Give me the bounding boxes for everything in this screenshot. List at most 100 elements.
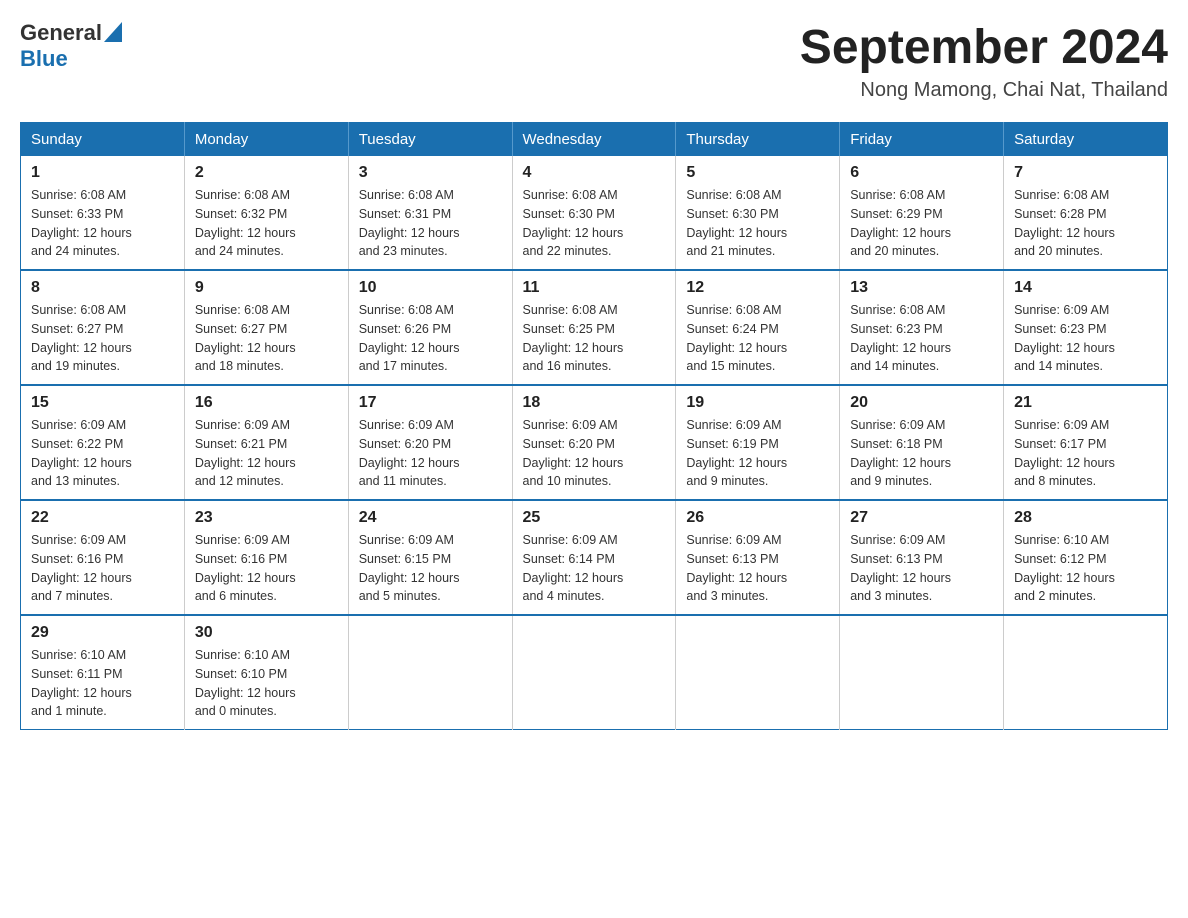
calendar-cell: 9 Sunrise: 6:08 AMSunset: 6:27 PMDayligh… bbox=[184, 270, 348, 385]
calendar-cell bbox=[676, 615, 840, 730]
calendar-week-row: 15 Sunrise: 6:09 AMSunset: 6:22 PMDaylig… bbox=[21, 385, 1168, 500]
day-info: Sunrise: 6:09 AMSunset: 6:21 PMDaylight:… bbox=[195, 418, 296, 488]
header-wednesday: Wednesday bbox=[512, 123, 676, 157]
day-info: Sunrise: 6:08 AMSunset: 6:29 PMDaylight:… bbox=[850, 188, 951, 258]
calendar-week-row: 1 Sunrise: 6:08 AMSunset: 6:33 PMDayligh… bbox=[21, 156, 1168, 270]
day-info: Sunrise: 6:08 AMSunset: 6:27 PMDaylight:… bbox=[195, 303, 296, 373]
calendar-week-row: 22 Sunrise: 6:09 AMSunset: 6:16 PMDaylig… bbox=[21, 500, 1168, 615]
day-number: 2 bbox=[195, 164, 338, 182]
day-info: Sunrise: 6:08 AMSunset: 6:23 PMDaylight:… bbox=[850, 303, 951, 373]
day-info: Sunrise: 6:09 AMSunset: 6:16 PMDaylight:… bbox=[195, 533, 296, 603]
calendar-week-row: 8 Sunrise: 6:08 AMSunset: 6:27 PMDayligh… bbox=[21, 270, 1168, 385]
day-info: Sunrise: 6:08 AMSunset: 6:27 PMDaylight:… bbox=[31, 303, 132, 373]
calendar-cell: 22 Sunrise: 6:09 AMSunset: 6:16 PMDaylig… bbox=[21, 500, 185, 615]
day-info: Sunrise: 6:08 AMSunset: 6:33 PMDaylight:… bbox=[31, 188, 132, 258]
day-info: Sunrise: 6:08 AMSunset: 6:30 PMDaylight:… bbox=[686, 188, 787, 258]
calendar-cell: 7 Sunrise: 6:08 AMSunset: 6:28 PMDayligh… bbox=[1004, 156, 1168, 270]
day-number: 20 bbox=[850, 394, 993, 412]
day-info: Sunrise: 6:09 AMSunset: 6:13 PMDaylight:… bbox=[686, 533, 787, 603]
calendar-cell: 29 Sunrise: 6:10 AMSunset: 6:11 PMDaylig… bbox=[21, 615, 185, 730]
day-number: 30 bbox=[195, 624, 338, 642]
day-number: 14 bbox=[1014, 279, 1157, 297]
day-number: 12 bbox=[686, 279, 829, 297]
day-info: Sunrise: 6:09 AMSunset: 6:16 PMDaylight:… bbox=[31, 533, 132, 603]
day-info: Sunrise: 6:09 AMSunset: 6:18 PMDaylight:… bbox=[850, 418, 951, 488]
day-number: 19 bbox=[686, 394, 829, 412]
calendar-subtitle: Nong Mamong, Chai Nat, Thailand bbox=[800, 79, 1168, 102]
day-number: 16 bbox=[195, 394, 338, 412]
day-number: 3 bbox=[359, 164, 502, 182]
calendar-cell: 14 Sunrise: 6:09 AMSunset: 6:23 PMDaylig… bbox=[1004, 270, 1168, 385]
calendar-cell: 26 Sunrise: 6:09 AMSunset: 6:13 PMDaylig… bbox=[676, 500, 840, 615]
day-number: 29 bbox=[31, 624, 174, 642]
day-number: 11 bbox=[523, 279, 666, 297]
day-info: Sunrise: 6:08 AMSunset: 6:30 PMDaylight:… bbox=[523, 188, 624, 258]
calendar-cell: 15 Sunrise: 6:09 AMSunset: 6:22 PMDaylig… bbox=[21, 385, 185, 500]
calendar-cell: 8 Sunrise: 6:08 AMSunset: 6:27 PMDayligh… bbox=[21, 270, 185, 385]
day-number: 27 bbox=[850, 509, 993, 527]
day-number: 18 bbox=[523, 394, 666, 412]
header-tuesday: Tuesday bbox=[348, 123, 512, 157]
calendar-cell: 30 Sunrise: 6:10 AMSunset: 6:10 PMDaylig… bbox=[184, 615, 348, 730]
day-info: Sunrise: 6:09 AMSunset: 6:23 PMDaylight:… bbox=[1014, 303, 1115, 373]
day-info: Sunrise: 6:09 AMSunset: 6:19 PMDaylight:… bbox=[686, 418, 787, 488]
title-block: September 2024 Nong Mamong, Chai Nat, Th… bbox=[800, 20, 1168, 102]
day-info: Sunrise: 6:09 AMSunset: 6:20 PMDaylight:… bbox=[523, 418, 624, 488]
calendar-cell: 20 Sunrise: 6:09 AMSunset: 6:18 PMDaylig… bbox=[840, 385, 1004, 500]
day-number: 24 bbox=[359, 509, 502, 527]
day-number: 13 bbox=[850, 279, 993, 297]
logo-general-text: General bbox=[20, 20, 102, 46]
calendar-cell: 5 Sunrise: 6:08 AMSunset: 6:30 PMDayligh… bbox=[676, 156, 840, 270]
day-info: Sunrise: 6:08 AMSunset: 6:24 PMDaylight:… bbox=[686, 303, 787, 373]
calendar-cell: 2 Sunrise: 6:08 AMSunset: 6:32 PMDayligh… bbox=[184, 156, 348, 270]
day-info: Sunrise: 6:09 AMSunset: 6:22 PMDaylight:… bbox=[31, 418, 132, 488]
calendar-cell: 13 Sunrise: 6:08 AMSunset: 6:23 PMDaylig… bbox=[840, 270, 1004, 385]
day-number: 26 bbox=[686, 509, 829, 527]
day-number: 5 bbox=[686, 164, 829, 182]
calendar-cell: 24 Sunrise: 6:09 AMSunset: 6:15 PMDaylig… bbox=[348, 500, 512, 615]
day-info: Sunrise: 6:09 AMSunset: 6:14 PMDaylight:… bbox=[523, 533, 624, 603]
calendar-cell: 1 Sunrise: 6:08 AMSunset: 6:33 PMDayligh… bbox=[21, 156, 185, 270]
day-number: 7 bbox=[1014, 164, 1157, 182]
day-number: 25 bbox=[523, 509, 666, 527]
day-info: Sunrise: 6:08 AMSunset: 6:26 PMDaylight:… bbox=[359, 303, 460, 373]
calendar-cell: 11 Sunrise: 6:08 AMSunset: 6:25 PMDaylig… bbox=[512, 270, 676, 385]
header-saturday: Saturday bbox=[1004, 123, 1168, 157]
day-info: Sunrise: 6:08 AMSunset: 6:31 PMDaylight:… bbox=[359, 188, 460, 258]
calendar-cell: 18 Sunrise: 6:09 AMSunset: 6:20 PMDaylig… bbox=[512, 385, 676, 500]
day-info: Sunrise: 6:08 AMSunset: 6:25 PMDaylight:… bbox=[523, 303, 624, 373]
weekday-header-row: Sunday Monday Tuesday Wednesday Thursday… bbox=[21, 123, 1168, 157]
calendar-cell: 21 Sunrise: 6:09 AMSunset: 6:17 PMDaylig… bbox=[1004, 385, 1168, 500]
day-number: 23 bbox=[195, 509, 338, 527]
calendar-table: Sunday Monday Tuesday Wednesday Thursday… bbox=[20, 122, 1168, 730]
day-info: Sunrise: 6:09 AMSunset: 6:20 PMDaylight:… bbox=[359, 418, 460, 488]
calendar-cell: 17 Sunrise: 6:09 AMSunset: 6:20 PMDaylig… bbox=[348, 385, 512, 500]
day-info: Sunrise: 6:09 AMSunset: 6:13 PMDaylight:… bbox=[850, 533, 951, 603]
day-info: Sunrise: 6:08 AMSunset: 6:32 PMDaylight:… bbox=[195, 188, 296, 258]
calendar-title: September 2024 bbox=[800, 20, 1168, 75]
day-number: 21 bbox=[1014, 394, 1157, 412]
calendar-cell: 4 Sunrise: 6:08 AMSunset: 6:30 PMDayligh… bbox=[512, 156, 676, 270]
calendar-cell bbox=[840, 615, 1004, 730]
calendar-cell bbox=[348, 615, 512, 730]
calendar-cell bbox=[1004, 615, 1168, 730]
calendar-cell: 25 Sunrise: 6:09 AMSunset: 6:14 PMDaylig… bbox=[512, 500, 676, 615]
day-info: Sunrise: 6:10 AMSunset: 6:10 PMDaylight:… bbox=[195, 648, 296, 718]
day-number: 10 bbox=[359, 279, 502, 297]
calendar-cell: 27 Sunrise: 6:09 AMSunset: 6:13 PMDaylig… bbox=[840, 500, 1004, 615]
day-number: 4 bbox=[523, 164, 666, 182]
calendar-cell: 19 Sunrise: 6:09 AMSunset: 6:19 PMDaylig… bbox=[676, 385, 840, 500]
calendar-cell: 23 Sunrise: 6:09 AMSunset: 6:16 PMDaylig… bbox=[184, 500, 348, 615]
day-number: 1 bbox=[31, 164, 174, 182]
calendar-cell: 12 Sunrise: 6:08 AMSunset: 6:24 PMDaylig… bbox=[676, 270, 840, 385]
calendar-cell bbox=[512, 615, 676, 730]
day-info: Sunrise: 6:09 AMSunset: 6:15 PMDaylight:… bbox=[359, 533, 460, 603]
header-sunday: Sunday bbox=[21, 123, 185, 157]
calendar-cell: 28 Sunrise: 6:10 AMSunset: 6:12 PMDaylig… bbox=[1004, 500, 1168, 615]
day-number: 17 bbox=[359, 394, 502, 412]
day-number: 6 bbox=[850, 164, 993, 182]
calendar-cell: 3 Sunrise: 6:08 AMSunset: 6:31 PMDayligh… bbox=[348, 156, 512, 270]
header-monday: Monday bbox=[184, 123, 348, 157]
day-info: Sunrise: 6:10 AMSunset: 6:12 PMDaylight:… bbox=[1014, 533, 1115, 603]
header-thursday: Thursday bbox=[676, 123, 840, 157]
